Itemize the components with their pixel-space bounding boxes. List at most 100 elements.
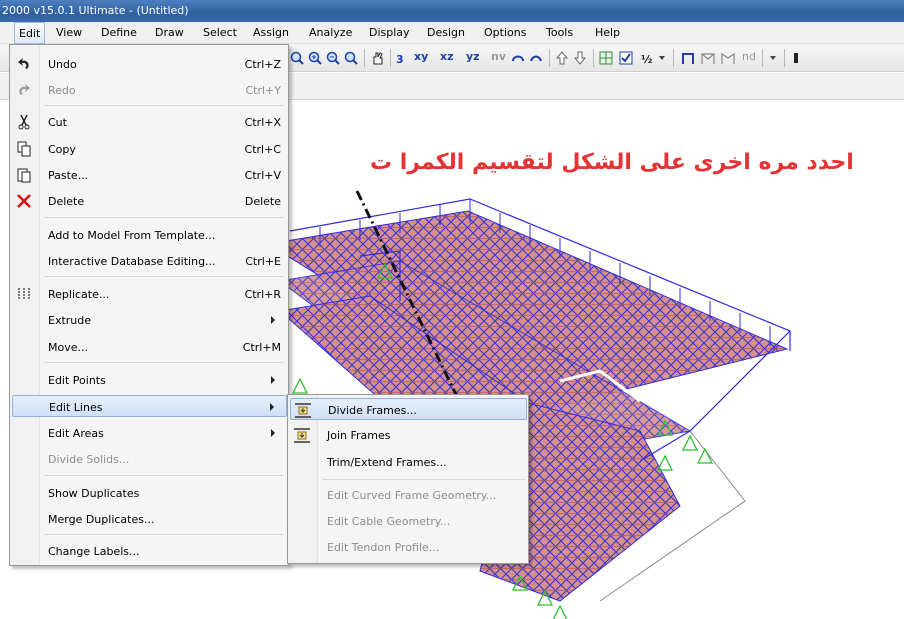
3d-view-icon[interactable]: 3	[396, 51, 410, 65]
submenu-item-edit-cable-geometry[interactable]: Edit Cable Geometry...	[290, 510, 527, 532]
menu-draw[interactable]: Draw	[155, 26, 184, 39]
menu-tools[interactable]: Tools	[546, 26, 573, 39]
undo-icon	[18, 58, 29, 69]
up-arrow-icon[interactable]	[555, 51, 569, 65]
menu-item-label: Paste...	[48, 169, 89, 182]
menu-item-label: Show Duplicates	[48, 487, 140, 500]
menu-analyze[interactable]: Analyze	[309, 26, 352, 39]
yz-view-button[interactable]: yz	[466, 50, 480, 66]
menu-item-shortcut: Ctrl+M	[242, 341, 281, 354]
window-title: 2000 v15.0.1 Ultimate - (Untitled)	[2, 4, 189, 17]
menu-separator	[44, 475, 284, 476]
menu-item-merge-duplicates[interactable]: Merge Duplicates...	[12, 508, 287, 530]
menu-item-extrude[interactable]: Extrude	[12, 309, 287, 331]
menu-options[interactable]: Options	[484, 26, 526, 39]
menu-separator	[44, 217, 284, 218]
menu-item-copy[interactable]: Copy Ctrl+C	[12, 138, 287, 160]
section-cut-icon[interactable]	[721, 51, 735, 65]
zoom-in-icon[interactable]	[308, 51, 322, 65]
menu-edit[interactable]: Edit	[14, 22, 46, 44]
nd-label: nd	[742, 50, 756, 63]
menu-item-add-from-template[interactable]: Add to Model From Template...	[12, 224, 287, 246]
toolbar-separator	[364, 49, 365, 67]
menu-help[interactable]: Help	[595, 26, 620, 39]
menu-item-shortcut: Ctrl+C	[244, 143, 281, 156]
delete-icon	[17, 194, 31, 208]
toolbar-separator	[784, 49, 785, 67]
menu-bar: Edit View Define Draw Select Assign Anal…	[0, 22, 904, 44]
menu-item-paste[interactable]: Paste... Ctrl+V	[12, 164, 287, 186]
menu-item-edit-points[interactable]: Edit Points	[12, 369, 287, 391]
check-box-icon[interactable]	[619, 51, 633, 65]
menu-item-shortcut: Ctrl+V	[244, 169, 281, 182]
menu-item-label: Delete	[48, 195, 85, 208]
menu-item-label: Redo	[48, 84, 76, 97]
menu-item-shortcut: Delete	[244, 195, 281, 208]
divide-frames-icon	[295, 403, 311, 418]
menu-item-label: Add to Model From Template...	[48, 229, 216, 242]
chevron-down-icon[interactable]	[655, 51, 669, 65]
truss-icon[interactable]	[701, 51, 715, 65]
zoom-window-icon[interactable]	[290, 51, 304, 65]
menu-item-shortcut: Ctrl+E	[245, 255, 281, 268]
submenu-item-trim-extend-frames[interactable]: Trim/Extend Frames...	[290, 451, 527, 473]
zoom-previous-icon[interactable]	[344, 51, 358, 65]
menu-item-label: Edit Points	[48, 374, 106, 387]
toolbar-separator	[549, 49, 550, 67]
menu-separator	[44, 534, 284, 535]
menu-item-undo[interactable]: Undo Ctrl+Z	[12, 53, 287, 75]
xz-view-button[interactable]: xz	[440, 50, 454, 66]
fraction-icon[interactable]: ½	[641, 51, 655, 65]
menu-view[interactable]: View	[56, 26, 82, 39]
menu-item-move[interactable]: Move... Ctrl+M	[12, 336, 287, 358]
title-bar: 2000 v15.0.1 Ultimate - (Untitled)	[0, 0, 904, 22]
submenu-item-join-frames[interactable]: Join Frames	[290, 424, 527, 446]
menu-item-shortcut: Ctrl+X	[244, 116, 281, 129]
more-tools-icon[interactable]	[792, 51, 806, 65]
menu-item-label: Replicate...	[48, 288, 110, 301]
zoom-out-icon[interactable]	[326, 51, 340, 65]
menu-item-divide-solids[interactable]: Divide Solids...	[12, 448, 287, 470]
frame-portal-icon[interactable]	[681, 51, 695, 65]
chevron-down-icon[interactable]	[766, 51, 780, 65]
rotate-view-icon[interactable]	[511, 51, 525, 65]
submenu-item-label: Divide Frames...	[328, 404, 417, 417]
menu-item-replicate[interactable]: Replicate... Ctrl+R	[12, 283, 287, 305]
submenu-item-label: Join Frames	[327, 429, 391, 442]
submenu-item-edit-tendon-profile[interactable]: Edit Tendon Profile...	[290, 536, 527, 558]
submenu-item-edit-curved-frame-geometry[interactable]: Edit Curved Frame Geometry...	[290, 484, 527, 506]
menu-item-shortcut: Ctrl+R	[244, 288, 281, 301]
scissors-icon	[18, 114, 30, 130]
menu-item-cut[interactable]: Cut Ctrl+X	[12, 111, 287, 133]
menu-item-edit-areas[interactable]: Edit Areas	[12, 422, 287, 444]
menu-design[interactable]: Design	[427, 26, 465, 39]
menu-item-redo[interactable]: Redo Ctrl+Y	[12, 79, 287, 101]
menu-item-interactive-database-editing[interactable]: Interactive Database Editing... Ctrl+E	[12, 250, 287, 272]
menu-item-label: Change Labels...	[48, 545, 140, 558]
menu-item-edit-lines[interactable]: Edit Lines	[12, 395, 287, 417]
menu-define[interactable]: Define	[101, 26, 137, 39]
xy-view-button[interactable]: xy	[414, 50, 428, 66]
submenu-item-label: Trim/Extend Frames...	[327, 456, 447, 469]
menu-item-label: Undo	[48, 58, 77, 71]
menu-select[interactable]: Select	[203, 26, 237, 39]
down-arrow-icon[interactable]	[573, 51, 587, 65]
grid-icon[interactable]	[599, 51, 613, 65]
menu-display[interactable]: Display	[369, 26, 410, 39]
menu-item-label: Interactive Database Editing...	[48, 255, 216, 268]
menu-item-delete[interactable]: Delete Delete	[12, 190, 287, 212]
submenu-arrow-icon	[271, 429, 275, 437]
menu-item-label: Edit Areas	[48, 427, 104, 440]
menu-assign[interactable]: Assign	[253, 26, 289, 39]
perspective-icon[interactable]	[529, 51, 543, 65]
menu-item-label: Move...	[48, 341, 88, 354]
join-frames-icon	[294, 428, 310, 443]
menu-item-show-duplicates[interactable]: Show Duplicates	[12, 482, 287, 504]
annotation-text: احدد مره اخرى على الشكل لتقسيم الكمرا ت	[370, 150, 854, 175]
menu-item-change-labels[interactable]: Change Labels...	[12, 540, 287, 562]
nv-view-button[interactable]: nv	[491, 50, 506, 66]
submenu-arrow-icon	[271, 376, 275, 384]
submenu-item-divide-frames[interactable]: Divide Frames...	[290, 398, 527, 420]
toolbar-separator	[673, 49, 674, 67]
pan-icon[interactable]	[371, 51, 385, 65]
